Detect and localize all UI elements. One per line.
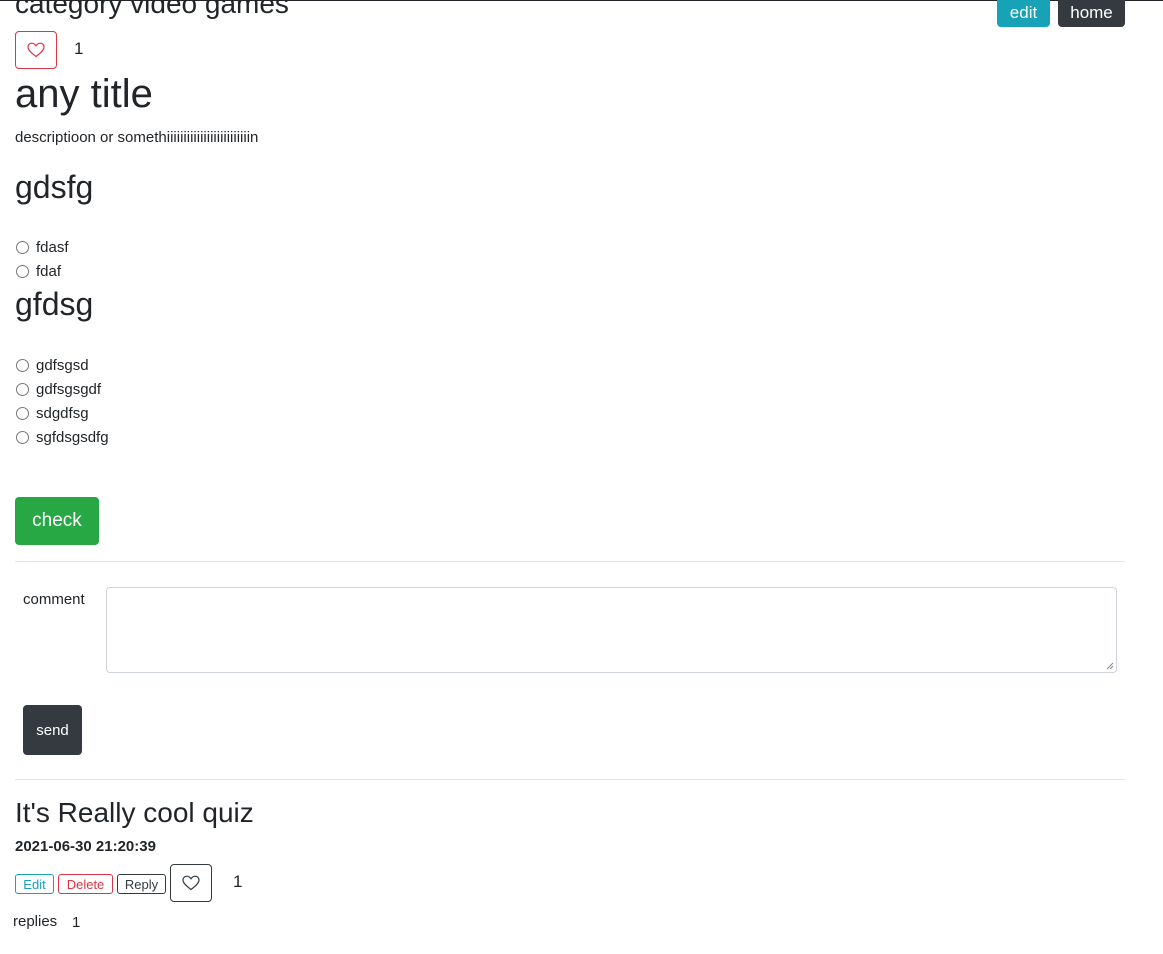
resize-handle-icon[interactable] xyxy=(1106,662,1114,670)
radio-button[interactable] xyxy=(16,240,29,254)
comment-timestamp: 2021-06-30 21:20:39 xyxy=(15,838,156,855)
radio-button[interactable] xyxy=(16,382,29,396)
quiz-title: any title xyxy=(15,72,153,116)
question-title: gfdsg xyxy=(15,286,94,322)
comment-edit-button[interactable]: Edit xyxy=(15,874,54,894)
option-label: sdgdfsg xyxy=(36,404,89,422)
replies-label: replies xyxy=(13,913,58,930)
radio-button[interactable] xyxy=(16,430,29,444)
comment-delete-button[interactable]: Delete xyxy=(58,874,113,894)
radio-button[interactable] xyxy=(16,406,29,420)
home-button[interactable]: home xyxy=(1058,0,1125,27)
option-label: gdfsgsd xyxy=(36,356,89,374)
option-item[interactable]: sgfdsgsdfg xyxy=(15,427,109,447)
option-label: fdasf xyxy=(36,238,69,256)
heart-icon xyxy=(182,875,200,891)
radio-button[interactable] xyxy=(16,358,29,372)
option-label: gdfsgsgdf xyxy=(36,380,102,398)
like-count: 1 xyxy=(74,39,84,58)
quiz-description: descriptioon or somethiiiiiiiiiiiiiiiiii… xyxy=(15,129,259,146)
option-item[interactable]: gdfsgsgdf xyxy=(15,379,101,399)
comment-label: comment xyxy=(23,591,85,608)
replies-count: 1 xyxy=(72,914,81,931)
edit-button[interactable]: edit xyxy=(997,0,1050,27)
like-button[interactable] xyxy=(15,31,57,69)
comment-like-count: 1 xyxy=(233,872,243,891)
comment-reply-button[interactable]: Reply xyxy=(117,874,166,894)
comment-like-button[interactable] xyxy=(170,864,212,902)
option-label: sgfdsgsdfg xyxy=(36,428,109,446)
radio-button[interactable] xyxy=(16,264,29,278)
option-item[interactable]: fdasf xyxy=(15,237,69,257)
comment-textarea[interactable] xyxy=(106,587,1117,673)
heart-icon xyxy=(27,42,45,58)
divider xyxy=(15,779,1125,780)
check-button[interactable]: check xyxy=(15,497,99,545)
divider xyxy=(15,561,1125,562)
question-title: gdsfg xyxy=(15,169,94,205)
option-item[interactable]: gdfsgsd xyxy=(15,355,89,375)
send-button[interactable]: send xyxy=(23,705,82,755)
comment-text: It's Really cool quiz xyxy=(15,797,254,828)
category-title: category video games xyxy=(15,0,289,19)
option-label: fdaf xyxy=(36,262,62,280)
option-item[interactable]: sdgdfsg xyxy=(15,403,89,423)
option-item[interactable]: fdaf xyxy=(15,261,61,281)
